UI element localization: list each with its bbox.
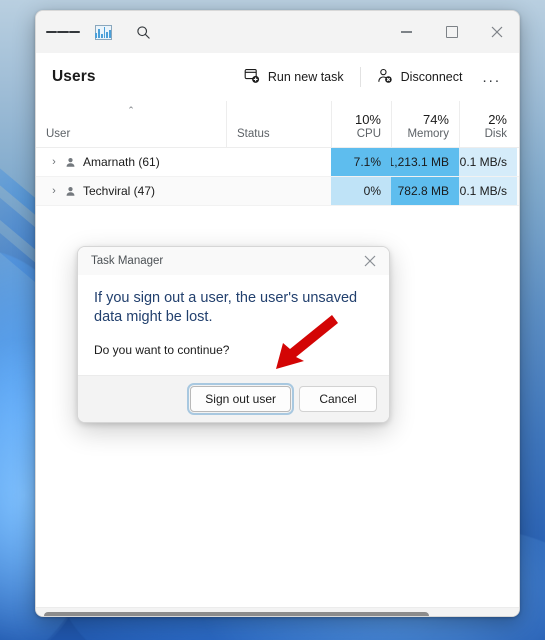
run-new-task-button[interactable]: Run new task xyxy=(234,62,354,93)
cell-disk: 0.1 MB/s xyxy=(459,177,517,205)
cell-user: › Techviral (47) xyxy=(36,177,226,205)
cell-status xyxy=(226,148,331,176)
close-button[interactable] xyxy=(474,11,519,53)
hamburger-menu-icon[interactable] xyxy=(46,15,80,49)
column-usage-percent: 10% xyxy=(354,112,381,127)
cell-disk: 0.1 MB/s xyxy=(459,148,517,176)
horizontal-scrollbar-thumb[interactable] xyxy=(44,612,429,616)
table-row[interactable]: › Amarnath (61) 7.1% 1,213.1 MB 0.1 MB/s xyxy=(36,148,519,177)
disconnect-label: Disconnect xyxy=(400,70,463,84)
dialog-title: Task Manager xyxy=(91,255,164,267)
column-header-memory[interactable]: 74% Memory xyxy=(391,101,459,147)
cell-memory: 782.8 MB xyxy=(391,177,459,205)
table-header-row: ⌃ User Status 10% CPU 74% Memory 2% Disk xyxy=(36,101,519,148)
command-bar: Users Run new task Disconnect ... xyxy=(36,53,519,101)
task-manager-icon[interactable] xyxy=(86,15,120,49)
column-header-label: Disk xyxy=(484,128,507,140)
dialog-heading: If you sign out a user, the user's unsav… xyxy=(94,290,358,325)
user-name: Amarnath (61) xyxy=(83,155,160,169)
cell-value-disk: 0.1 MB/s xyxy=(459,184,507,198)
minimize-button[interactable] xyxy=(384,11,429,53)
user-icon xyxy=(62,157,78,168)
cell-memory: 1,213.1 MB xyxy=(391,148,459,176)
cell-cpu: 7.1% xyxy=(331,148,391,176)
cell-user: › Amarnath (61) xyxy=(36,148,226,176)
column-header-cpu[interactable]: 10% CPU xyxy=(331,101,391,147)
dialog-question: Do you want to continue? xyxy=(94,343,230,357)
page-title: Users xyxy=(52,68,96,85)
user-disconnect-icon xyxy=(377,68,393,87)
command-bar-divider xyxy=(359,67,361,87)
sign-out-user-button[interactable]: Sign out user xyxy=(187,383,294,415)
dialog-close-icon[interactable] xyxy=(355,248,385,274)
column-header-disk[interactable]: 2% Disk xyxy=(459,101,517,147)
maximize-button[interactable] xyxy=(429,11,474,53)
cell-value-memory: 1,213.1 MB xyxy=(391,155,449,169)
new-window-plus-icon xyxy=(244,68,260,87)
window-controls xyxy=(384,11,519,53)
run-new-task-label: Run new task xyxy=(267,70,344,84)
column-header-label: Status xyxy=(237,128,270,140)
column-header-user[interactable]: ⌃ User xyxy=(36,101,226,147)
column-usage-percent: 2% xyxy=(488,112,507,127)
more-options-button[interactable]: ... xyxy=(472,63,511,92)
cell-cpu: 0% xyxy=(331,177,391,205)
column-usage-percent: 74% xyxy=(422,112,449,127)
user-icon xyxy=(62,186,78,197)
cell-status xyxy=(226,177,331,205)
dialog-footer: Sign out user Cancel xyxy=(78,375,389,422)
dialog-body: If you sign out a user, the user's unsav… xyxy=(78,275,389,375)
cancel-button[interactable]: Cancel xyxy=(299,386,377,412)
column-header-status[interactable]: Status xyxy=(226,101,331,147)
horizontal-scrollbar[interactable] xyxy=(36,607,519,616)
command-bar-actions: Run new task Disconnect ... xyxy=(234,53,519,101)
user-name: Techviral (47) xyxy=(83,184,156,198)
column-header-label: Memory xyxy=(407,128,449,140)
dialog-titlebar: Task Manager xyxy=(78,247,389,275)
column-header-label: User xyxy=(46,128,71,140)
expand-chevron-icon[interactable]: › xyxy=(46,185,62,197)
table-body: › Amarnath (61) 7.1% 1,213.1 MB 0.1 MB/s › Tec… xyxy=(36,148,519,206)
table-row[interactable]: › Techviral (47) 0% 782.8 MB 0.1 MB/s xyxy=(36,177,519,206)
expand-chevron-icon[interactable]: › xyxy=(46,156,62,168)
column-header-label: CPU xyxy=(356,128,381,140)
search-icon[interactable] xyxy=(126,15,160,49)
sort-ascending-icon: ⌃ xyxy=(127,105,135,115)
signout-confirmation-dialog: Task Manager If you sign out a user, the… xyxy=(77,246,390,423)
cell-value-cpu: 0% xyxy=(363,184,381,198)
disconnect-button[interactable]: Disconnect xyxy=(367,62,473,93)
cell-value-disk: 0.1 MB/s xyxy=(459,155,507,169)
window-titlebar xyxy=(36,11,519,53)
cell-value-cpu: 7.1% xyxy=(353,155,381,169)
cell-value-memory: 782.8 MB xyxy=(397,184,449,198)
